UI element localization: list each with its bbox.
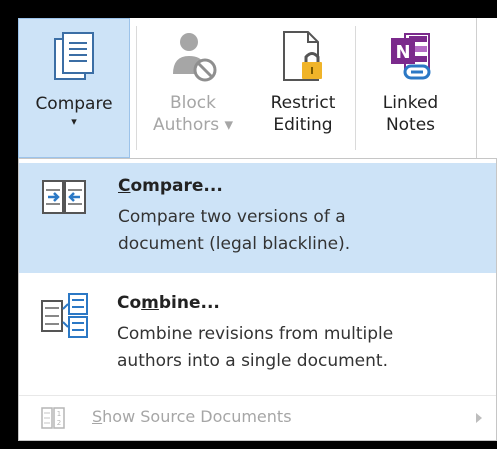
ribbon-separator xyxy=(476,18,477,158)
compare-arrows-icon xyxy=(42,180,86,220)
menu-separator xyxy=(19,395,496,396)
svg-text:N: N xyxy=(395,42,410,63)
restrict-editing-icon xyxy=(280,30,326,88)
combine-menu-title: Combine... xyxy=(117,293,220,313)
restrict-editing-ribbon-button[interactable]: Restrict Editing xyxy=(258,18,348,158)
ribbon-separator xyxy=(136,26,137,150)
block-authors-ribbon-button[interactable]: Block Authors ▾ xyxy=(138,18,248,158)
block-authors-icon xyxy=(167,30,219,88)
compare-title-rest: ompare... xyxy=(130,176,223,196)
svg-text:2: 2 xyxy=(57,419,61,427)
submenu-arrow-icon xyxy=(476,413,482,423)
compare-dropdown-menu: Compare... Compare two versions of a doc… xyxy=(18,158,497,441)
bottom-border xyxy=(0,441,497,449)
menu-item-show-source-documents[interactable]: 1 2 Show Source Documents xyxy=(19,397,496,439)
ribbon-separator xyxy=(355,26,356,150)
combine-desc-line2: authors into a single document. xyxy=(117,351,388,371)
compare-document-icon xyxy=(51,31,97,89)
show-source-title-rest: how Source Documents xyxy=(102,407,292,426)
compare-accelerator: C xyxy=(118,176,131,196)
menu-item-combine[interactable]: Combine... Combine revisions from multip… xyxy=(19,279,496,393)
combine-documents-icon xyxy=(41,293,89,343)
restrict-editing-label-line1: Restrict xyxy=(270,93,336,113)
linked-notes-label-line2: Notes xyxy=(385,115,436,135)
compare-menu-title: Compare... xyxy=(118,176,223,196)
svg-text:1: 1 xyxy=(57,410,61,418)
combine-title-rest: bine... xyxy=(158,293,220,313)
compare-menu-description: Compare two versions of a document (lega… xyxy=(118,204,350,258)
onenote-linked-notes-icon: N xyxy=(387,30,435,88)
linked-notes-label-line1: Linked xyxy=(382,93,439,113)
combine-accelerator: m xyxy=(141,293,159,313)
compare-desc-line2: document (legal blackline). xyxy=(118,234,351,254)
block-authors-label-line1: Block xyxy=(170,93,216,113)
show-source-documents-icon: 1 2 xyxy=(41,407,65,433)
compare-dropdown-caret[interactable]: ▾ xyxy=(19,115,129,129)
compare-button-label: Compare xyxy=(35,94,113,114)
menu-item-compare[interactable]: Compare... Compare two versions of a doc… xyxy=(19,163,496,273)
screenshot-frame: Compare ▾ Block Authors ▾ Restrict Editi… xyxy=(0,0,497,449)
combine-title-pre: Co xyxy=(117,293,142,313)
ribbon-protect-compare-group: Compare ▾ Block Authors ▾ Restrict Editi… xyxy=(18,18,497,158)
linked-notes-ribbon-button[interactable]: N Linked Notes xyxy=(363,18,458,158)
compare-ribbon-button[interactable]: Compare ▾ xyxy=(18,18,130,158)
show-source-accelerator: S xyxy=(92,407,103,426)
combine-desc-line1: Combine revisions from multiple xyxy=(117,324,394,344)
show-source-documents-label: Show Source Documents xyxy=(92,407,292,426)
block-authors-label-line2: Authors ▾ xyxy=(152,115,234,135)
restrict-editing-label-line2: Editing xyxy=(273,115,333,135)
compare-desc-line1: Compare two versions of a xyxy=(118,207,346,227)
combine-menu-description: Combine revisions from multiple authors … xyxy=(117,321,393,375)
